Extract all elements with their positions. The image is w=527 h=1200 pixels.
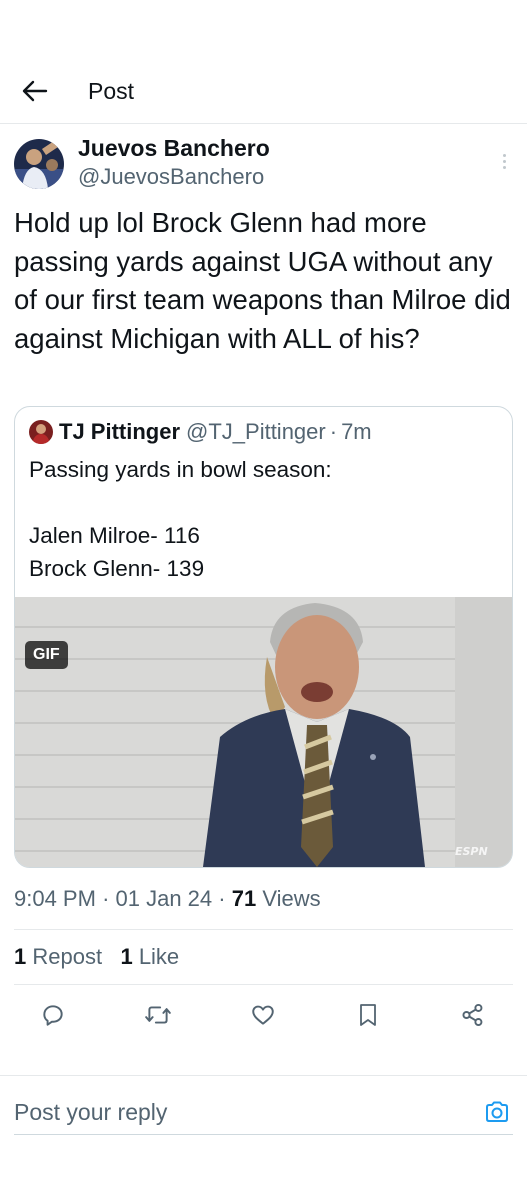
separator-dot: ·	[329, 419, 338, 444]
divider	[14, 929, 513, 930]
author-name[interactable]: Juevos Banchero	[78, 135, 270, 162]
likes-label: Like	[138, 944, 180, 969]
gif-badge: GIF	[25, 641, 68, 669]
quoted-post-text: Passing yards in bowl season: Jalen Milr…	[29, 457, 332, 581]
gif-media[interactable]: ESPN	[15, 597, 512, 867]
bookmark-icon	[360, 1004, 376, 1026]
share-button[interactable]	[458, 1000, 488, 1030]
reply-underline	[14, 1134, 513, 1135]
separator-dot: ·	[218, 886, 232, 911]
arrow-left-icon	[22, 80, 48, 102]
likes-stat[interactable]: 1 Like	[120, 944, 179, 969]
quoted-avatar	[29, 420, 53, 444]
top-bar: Post	[0, 60, 527, 124]
page-title: Post	[88, 78, 135, 104]
camera-button[interactable]	[483, 1098, 511, 1126]
post-time: 9:04 PM	[14, 886, 96, 911]
espn-watermark: ESPN	[455, 845, 488, 858]
more-dot-icon	[502, 159, 506, 163]
reposts-label: Repost	[32, 944, 103, 969]
camera-icon	[486, 1101, 508, 1122]
bookmark-button[interactable]	[353, 1000, 383, 1030]
quoted-post-header: TJ Pittinger @TJ_Pittinger · 7m	[29, 417, 372, 447]
like-icon	[252, 1005, 274, 1025]
post-text: Hold up lol Brock Glenn had more passing…	[14, 207, 519, 354]
reply-input[interactable]	[14, 1094, 474, 1130]
quoted-author-name: TJ Pittinger	[59, 419, 181, 444]
post-date: 01 Jan 24	[115, 886, 213, 911]
views-count: 71	[231, 886, 257, 911]
quoted-post[interactable]: TJ Pittinger @TJ_Pittinger · 7m Passing …	[14, 406, 513, 868]
post-meta: 9:04 PM · 01 Jan 24 · 71 Views	[14, 886, 321, 912]
reply-icon	[43, 1005, 63, 1026]
more-dot-icon	[502, 165, 506, 169]
separator-dot: ·	[102, 886, 116, 911]
likes-count: 1	[120, 944, 133, 969]
post-stats: 1 Repost 1 Like	[14, 944, 179, 970]
reply-button[interactable]	[38, 1000, 68, 1030]
views-label: Views	[262, 886, 321, 911]
reply-composer	[0, 1075, 527, 1200]
repost-button[interactable]	[143, 1000, 173, 1030]
like-button[interactable]	[248, 1000, 278, 1030]
divider	[14, 984, 513, 985]
share-icon	[462, 1003, 483, 1027]
quoted-author-handle: @TJ_Pittinger	[186, 419, 326, 444]
quoted-time: 7m	[341, 419, 372, 444]
author-handle[interactable]: @JuevosBanchero	[78, 164, 264, 190]
action-bar	[0, 998, 527, 1032]
reposts-count: 1	[14, 944, 27, 969]
more-dot-icon	[502, 153, 506, 157]
repost-icon	[145, 1006, 171, 1024]
reposts-stat[interactable]: 1 Repost	[14, 944, 102, 969]
back-button[interactable]	[18, 74, 52, 108]
post-author: Juevos Banchero @JuevosBanchero	[14, 135, 514, 195]
more-options-button[interactable]	[494, 149, 514, 173]
avatar[interactable]	[14, 139, 64, 189]
